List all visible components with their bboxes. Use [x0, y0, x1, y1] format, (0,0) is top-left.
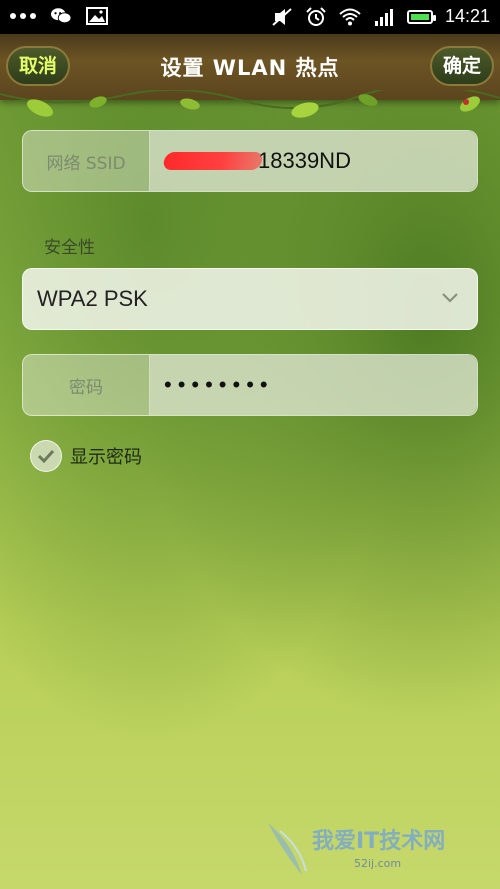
security-selected-value: WPA2 PSK — [37, 286, 148, 311]
watermark-sub: 52ij.com — [354, 857, 402, 870]
show-password-checkbox[interactable] — [30, 440, 62, 472]
ssid-row: 网络 SSID 18339ND — [22, 130, 478, 192]
status-time: 14:21 — [444, 6, 490, 26]
page-title: 设置 WLAN 热点 — [160, 56, 340, 80]
security-label: 安全性 — [44, 238, 95, 258]
ssid-value: 18339ND — [258, 148, 351, 173]
password-label: 密码 — [23, 355, 150, 415]
status-bar: 14:21 — [0, 0, 500, 34]
redaction-mark — [162, 152, 264, 170]
more-dots-icon — [10, 13, 36, 19]
watermark-text: 我爱IT技术网 — [312, 829, 446, 854]
watermark: 我爱IT技术网 52ij.com — [262, 813, 492, 883]
chevron-down-icon — [442, 293, 458, 303]
battery-icon — [406, 9, 436, 24]
show-password-toggle[interactable]: 显示密码 — [30, 440, 142, 472]
confirm-button[interactable]: 确定 — [430, 46, 494, 86]
ssid-input[interactable]: 18339ND — [150, 131, 477, 191]
wechat-icon — [51, 8, 72, 24]
ssid-label: 网络 SSID — [23, 131, 150, 191]
signal-icon — [374, 8, 393, 26]
check-icon — [37, 449, 55, 463]
alarm-icon — [306, 6, 326, 26]
security-select[interactable]: WPA2 PSK — [22, 268, 478, 330]
wifi-icon — [339, 8, 361, 25]
password-row: 密码 •••••••• — [22, 354, 478, 416]
vine-decoration — [0, 90, 500, 118]
image-icon — [86, 7, 108, 25]
password-input[interactable]: •••••••• — [150, 355, 477, 415]
show-password-label: 显示密码 — [70, 447, 142, 468]
mute-icon — [272, 7, 292, 26]
